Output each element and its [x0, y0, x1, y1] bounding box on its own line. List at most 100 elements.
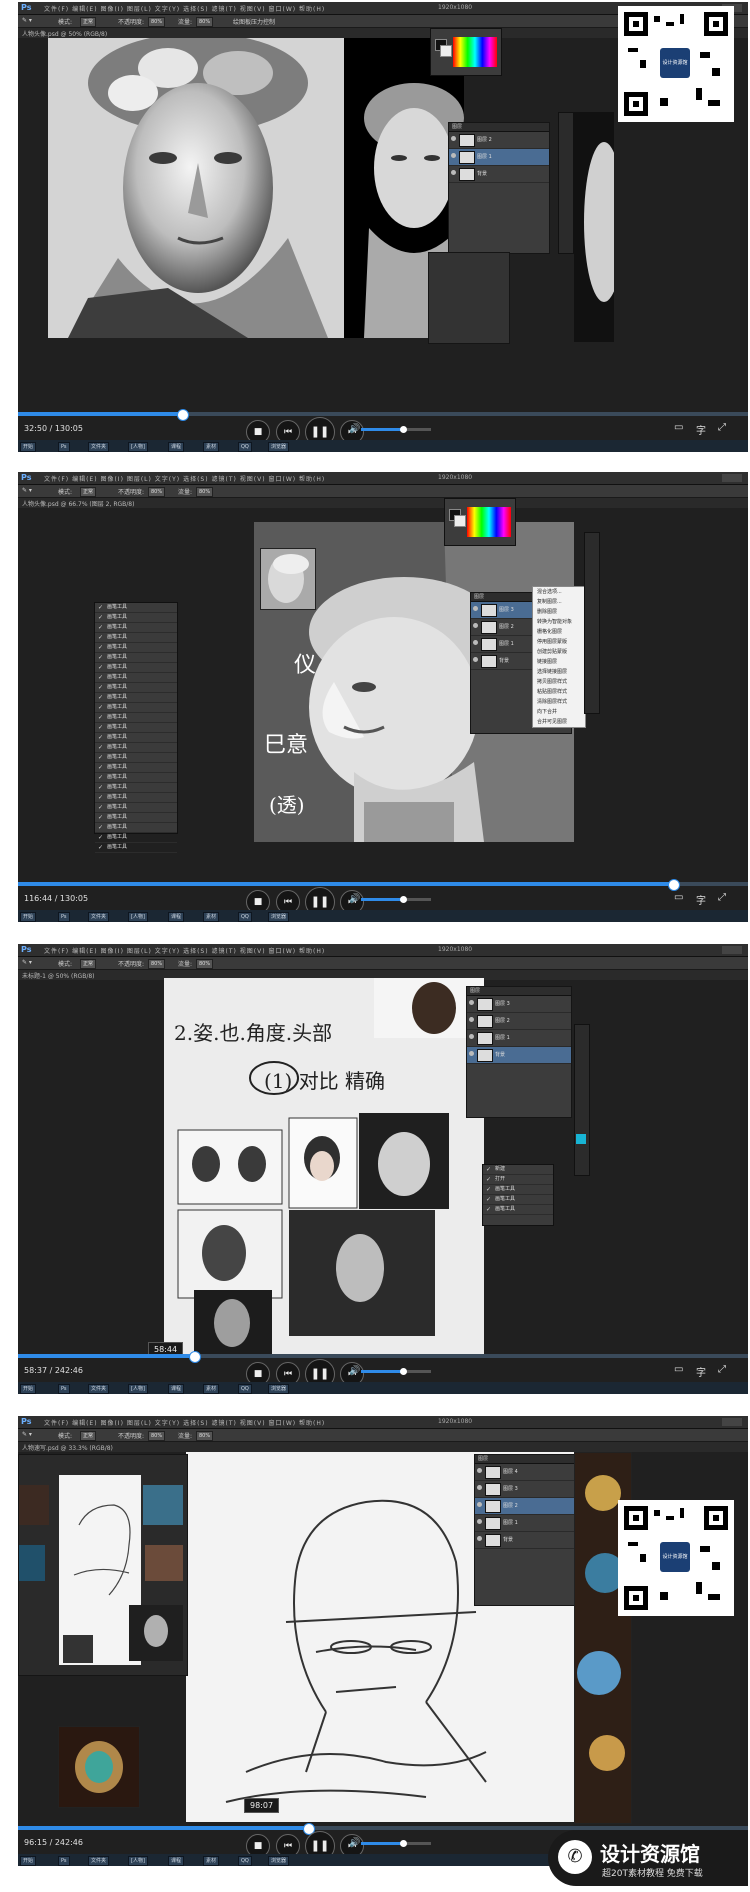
list-item[interactable]: 画笔工具	[95, 813, 177, 823]
eye-icon[interactable]	[451, 170, 456, 175]
window-buttons[interactable]	[722, 1418, 742, 1426]
eye-icon[interactable]	[477, 1468, 482, 1473]
eye-icon[interactable]	[473, 623, 478, 628]
volume-knob[interactable]	[400, 896, 407, 903]
menu-type[interactable]: 文字(Y)	[155, 1420, 180, 1427]
history-item[interactable]: 画笔工具	[483, 1185, 553, 1195]
list-item[interactable]: 画笔工具	[95, 613, 177, 623]
layers-panel[interactable]: 图层 图层 3 图层 2 图层 1 背景	[466, 986, 572, 1118]
opacity-field[interactable]: 80%	[148, 17, 166, 27]
menu-item[interactable]: 栅格化图层	[533, 627, 585, 637]
navigator-panel[interactable]	[18, 1454, 188, 1676]
volume-icon[interactable]: 🔊	[349, 894, 360, 904]
menu-item[interactable]: 删除图层	[533, 607, 585, 617]
taskbar-item[interactable]: QQ	[238, 1384, 252, 1394]
menu-view[interactable]: 视图(V)	[240, 6, 266, 13]
taskbar-item[interactable]: 开始	[20, 1384, 37, 1394]
layer-row[interactable]: 图层 3	[467, 996, 571, 1013]
menu-window[interactable]: 窗口(W)	[269, 476, 297, 483]
flow-field[interactable]: 80%	[196, 17, 214, 27]
menu-help[interactable]: 帮助(H)	[299, 1420, 325, 1427]
layer-row[interactable]: 图层 1	[475, 1515, 575, 1532]
menu-edit[interactable]: 编辑(E)	[72, 6, 97, 13]
taskbar-item[interactable]: QQ	[238, 912, 252, 922]
list-item[interactable]: 画笔工具	[95, 793, 177, 803]
taskbar-item[interactable]: [人物]	[128, 1384, 148, 1394]
menu-layer[interactable]: 图层(L)	[127, 1420, 152, 1427]
menu-file[interactable]: 文件(F)	[44, 1420, 69, 1427]
flow-field[interactable]: 80%	[196, 1431, 214, 1441]
volume-icon[interactable]: 🔊	[349, 1366, 360, 1376]
background-color-swatch[interactable]	[454, 515, 466, 527]
brush-icon[interactable]: ✎ ▾	[22, 1431, 32, 1438]
taskbar-item[interactable]: 素材	[203, 1856, 220, 1866]
menu-window[interactable]: 窗口(W)	[269, 948, 297, 955]
mode-select[interactable]: 正常	[80, 959, 97, 969]
menu-item[interactable]: 向下合并	[533, 707, 585, 717]
color-spectrum[interactable]	[467, 507, 511, 537]
list-item[interactable]: 画笔工具	[95, 843, 177, 853]
progress-bar[interactable]	[18, 1351, 748, 1363]
list-item[interactable]: 画笔工具	[95, 693, 177, 703]
list-item[interactable]: 画笔工具	[95, 763, 177, 773]
list-item[interactable]: 画笔工具	[95, 703, 177, 713]
menu-layer[interactable]: 图层(L)	[127, 6, 152, 13]
history-item[interactable]: 新建	[483, 1165, 553, 1175]
volume-slider[interactable]	[361, 426, 431, 433]
menu-type[interactable]: 文字(Y)	[155, 6, 180, 13]
subtitle-icon[interactable]: 字	[696, 422, 706, 437]
taskbar-item[interactable]: 开始	[20, 442, 37, 452]
taskbar-item[interactable]: 文件夹	[88, 912, 110, 922]
taskbar-item[interactable]: 开始	[20, 1856, 37, 1866]
list-item[interactable]: 画笔工具	[95, 643, 177, 653]
list-item[interactable]: 画笔工具	[95, 833, 177, 843]
layer-row[interactable]: 图层 2	[475, 1498, 575, 1515]
menu-image[interactable]: 图像(I)	[100, 6, 123, 13]
layer-row[interactable]: 图层 1	[449, 149, 549, 166]
volume-knob[interactable]	[400, 426, 407, 433]
menu-image[interactable]: 图像(I)	[100, 1420, 123, 1427]
subtitle-icon[interactable]: 字	[696, 892, 706, 907]
cyan-swatch[interactable]	[576, 1134, 586, 1144]
tools-panel[interactable]	[584, 532, 600, 714]
brush-icon[interactable]: ✎ ▾	[22, 487, 32, 494]
list-item[interactable]: 画笔工具	[95, 603, 177, 613]
list-item[interactable]: 画笔工具	[95, 733, 177, 743]
taskbar-item[interactable]: 文件夹	[88, 442, 110, 452]
menu-item[interactable]: 合并可见图层	[533, 717, 585, 727]
menu-select[interactable]: 选择(S)	[183, 1420, 209, 1427]
mode-select[interactable]: 正常	[80, 487, 97, 497]
eye-icon[interactable]	[451, 136, 456, 141]
menu-window[interactable]: 窗口(W)	[269, 6, 297, 13]
color-picker[interactable]	[430, 28, 502, 76]
eye-icon[interactable]	[469, 1051, 474, 1056]
flow-field[interactable]: 80%	[196, 487, 214, 497]
menu-help[interactable]: 帮助(H)	[299, 476, 325, 483]
opacity-field[interactable]: 80%	[148, 959, 166, 969]
eye-icon[interactable]	[473, 640, 478, 645]
menu-view[interactable]: 视图(V)	[240, 476, 266, 483]
layers-panel[interactable]: 图层 图层 2 图层 1 背景	[448, 122, 550, 254]
taskbar-item[interactable]: 素材	[203, 442, 220, 452]
menu-view[interactable]: 视图(V)	[240, 948, 266, 955]
history-panel[interactable]: 新建 打开 画笔工具 画笔工具 画笔工具	[482, 1164, 554, 1226]
menu-filter[interactable]: 滤镜(T)	[212, 476, 237, 483]
layer-row[interactable]: 图层 3	[475, 1481, 575, 1498]
fullscreen-icon[interactable]: ⤢	[718, 892, 726, 903]
volume-icon[interactable]: 🔊	[349, 424, 360, 434]
eye-icon[interactable]	[469, 1017, 474, 1022]
volume-knob[interactable]	[400, 1368, 407, 1375]
menu-filter[interactable]: 滤镜(T)	[212, 948, 237, 955]
color-picker[interactable]	[444, 498, 516, 546]
taskbar-item[interactable]: 素材	[203, 912, 220, 922]
eye-icon[interactable]	[477, 1519, 482, 1524]
taskbar-item[interactable]: Ps	[58, 912, 70, 922]
taskbar-item[interactable]: [人物]	[128, 912, 148, 922]
list-item[interactable]: 画笔工具	[95, 673, 177, 683]
taskbar-item[interactable]: 浏览器	[268, 442, 290, 452]
list-item[interactable]: 画笔工具	[95, 653, 177, 663]
document-tab[interactable]: 人物速写.psd @ 33.3% (RGB/8)	[18, 1442, 748, 1452]
opacity-field[interactable]: 80%	[148, 487, 166, 497]
list-item[interactable]: 画笔工具	[95, 683, 177, 693]
list-item[interactable]: 画笔工具	[95, 663, 177, 673]
